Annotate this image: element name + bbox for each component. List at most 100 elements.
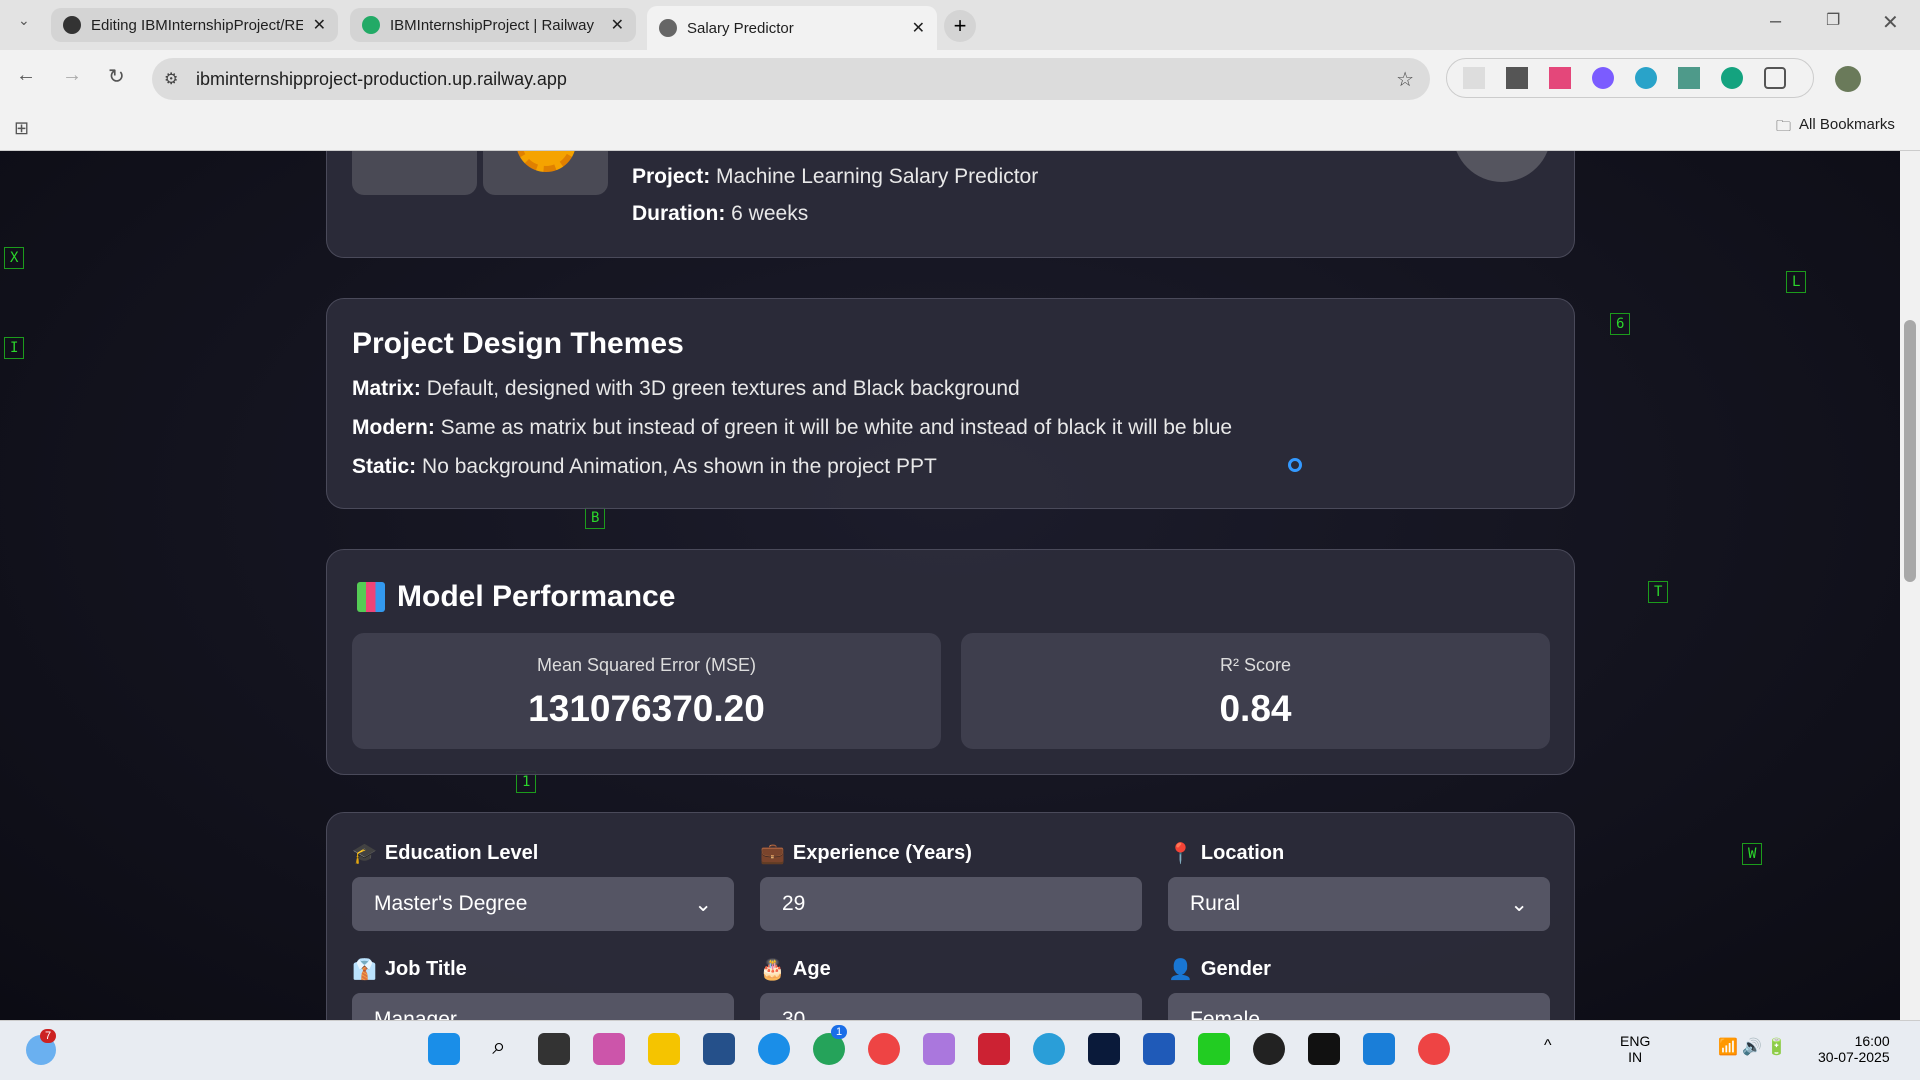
app-icon[interactable] [1308,1033,1340,1065]
taskbar: 7 ⌕ 1 ^ ENG IN 📶 🔊 🔋 16:00 30-07-2025 [0,1020,1920,1080]
location-select[interactable]: Rural ⌄ [1168,877,1550,931]
loading-cursor-icon [1288,458,1302,472]
forward-icon[interactable]: → [62,64,82,87]
back-icon[interactable]: ← [16,64,36,87]
task-view-icon[interactable] [538,1033,570,1065]
chevron-down-icon: ⌄ [694,1008,712,1021]
site-info-icon[interactable]: ⚙ [164,69,178,89]
ibm-logo [483,151,608,195]
clock[interactable]: 16:00 30-07-2025 [1818,1033,1890,1065]
wifi-volume-battery-icon[interactable]: 📶 🔊 🔋 [1718,1037,1787,1057]
age-field: 🎂 Age 30 [760,955,1142,1020]
reload-icon[interactable]: ↻ [108,64,125,89]
prediction-form-card: 🎓 Education Level Master's Degree ⌄ 💼 Experi… [326,812,1575,1020]
tab-search-icon[interactable]: ⌄ [18,12,30,29]
folder-icon: 🗀 [1776,118,1792,135]
experience-input[interactable]: 29 [760,877,1142,931]
tab-railway[interactable]: IBMInternshipProject | Railway ✕ [350,8,636,42]
app-icon[interactable] [978,1033,1010,1065]
extension-icon[interactable] [1549,67,1571,89]
star-icon[interactable]: ☆ [1396,67,1414,92]
age-input[interactable]: 30 [760,993,1142,1020]
close-icon[interactable]: ✕ [912,18,925,38]
extension-icon[interactable] [1635,67,1657,89]
gender-select[interactable]: Female ⌄ [1168,993,1550,1020]
mse-metric: Mean Squared Error (MSE) 131076370.20 [352,633,941,749]
tab-github[interactable]: Editing IBMInternshipProject/README✕ [51,8,338,42]
chrome-active-icon[interactable] [1418,1033,1450,1065]
word-icon[interactable] [1143,1033,1175,1065]
profile-avatar[interactable] [1835,66,1861,92]
chevron-down-icon: ⌄ [1510,1008,1528,1021]
avatar [1453,151,1551,182]
tab-strip: ⌄ Editing IBMInternshipProject/README✕ I… [0,0,1920,50]
file-explorer-icon[interactable] [648,1033,680,1065]
model-performance-card: Model Performance Mean Squared Error (MS… [326,549,1575,775]
telegram-icon[interactable] [1033,1033,1065,1065]
m365-icon[interactable] [923,1033,955,1065]
matrix-glyph: W [1742,843,1763,865]
scrollbar-thumb[interactable] [1904,320,1916,582]
matrix-glyph: T [1648,581,1669,603]
chrome-icon[interactable] [868,1033,900,1065]
project-info-card: Project: Machine Learning Salary Predict… [326,151,1575,258]
github-icon [63,16,81,34]
address-bar[interactable]: ⚙ ibminternshipproject-production.up.rai… [152,58,1430,100]
extension-icon[interactable] [1592,67,1614,89]
suit-icon: 👔 [352,958,377,981]
language-indicator[interactable]: ENG IN [1620,1033,1650,1065]
bar-chart-icon [357,582,385,612]
globe-icon [659,19,677,37]
edge-icon[interactable] [758,1033,790,1065]
location-field: 📍 Location Rural ⌄ [1168,839,1550,931]
close-icon[interactable]: ✕ [313,15,326,35]
extension-icon[interactable] [1506,67,1528,89]
new-tab-button[interactable]: + [944,10,976,42]
job-title-field: 👔 Job Title Manager ⌄ [352,955,734,1020]
theme-modern: Modern: Same as matrix but instead of gr… [352,416,1233,439]
chevron-down-icon: ⌄ [694,892,712,916]
chevron-down-icon: ⌄ [1510,892,1528,916]
education-field: 🎓 Education Level Master's Degree ⌄ [352,839,734,931]
graduation-cap-icon: 🎓 [352,842,377,865]
railway-icon [362,16,380,34]
matrix-glyph: B [585,507,606,529]
page-content: X I 6 L B W 1 T Project: Machine Learnin… [0,151,1900,1020]
themes-title: Project Design Themes [352,327,684,360]
close-icon[interactable]: ✕ [611,15,624,35]
start-icon[interactable] [428,1033,460,1065]
experience-field: 💼 Experience (Years) 29 [760,839,1142,931]
extension-icon[interactable] [1463,67,1485,89]
restore-button[interactable]: ❐ [1826,10,1840,30]
gender-field: 👤 Gender Female ⌄ [1168,955,1550,1020]
photoshop-icon[interactable] [1088,1033,1120,1065]
apps-grid-icon[interactable]: ⊞ [14,118,29,139]
r2-metric: R² Score 0.84 [961,633,1550,749]
puzzle-icon[interactable] [1764,67,1786,89]
pdf-extension-icon[interactable] [1678,67,1700,89]
extensions-bar [1446,58,1814,98]
upwork-extension-icon[interactable] [1721,67,1743,89]
copilot-icon[interactable] [593,1033,625,1065]
scrollbar[interactable] [1900,151,1920,1020]
whatsapp-icon[interactable]: 1 [813,1025,848,1065]
minimize-button[interactable]: – [1770,10,1781,33]
weather-widget[interactable]: 7 [26,1029,57,1065]
job-title-select[interactable]: Manager ⌄ [352,993,734,1020]
design-themes-card: Project Design Themes Matrix: Default, d… [326,298,1575,509]
obs-icon[interactable] [1253,1033,1285,1065]
vscode-icon[interactable] [1363,1033,1395,1065]
cake-icon: 🎂 [760,958,785,981]
all-bookmarks-button[interactable]: 🗀 All Bookmarks [1776,116,1895,141]
education-select[interactable]: Master's Degree ⌄ [352,877,734,931]
tab-salary-predictor[interactable]: Salary Predictor ✕ [647,6,937,50]
close-window-button[interactable]: ✕ [1882,10,1899,35]
search-icon[interactable]: ⌕ [483,1033,515,1065]
tray-chevron-icon[interactable]: ^ [1544,1037,1552,1055]
store-icon[interactable] [703,1033,735,1065]
matrix-glyph: I [4,337,25,359]
pycharm-icon[interactable] [1198,1033,1230,1065]
pin-icon: 📍 [1168,842,1193,865]
briefcase-icon: 💼 [760,842,785,865]
matrix-glyph: L [1786,271,1807,293]
